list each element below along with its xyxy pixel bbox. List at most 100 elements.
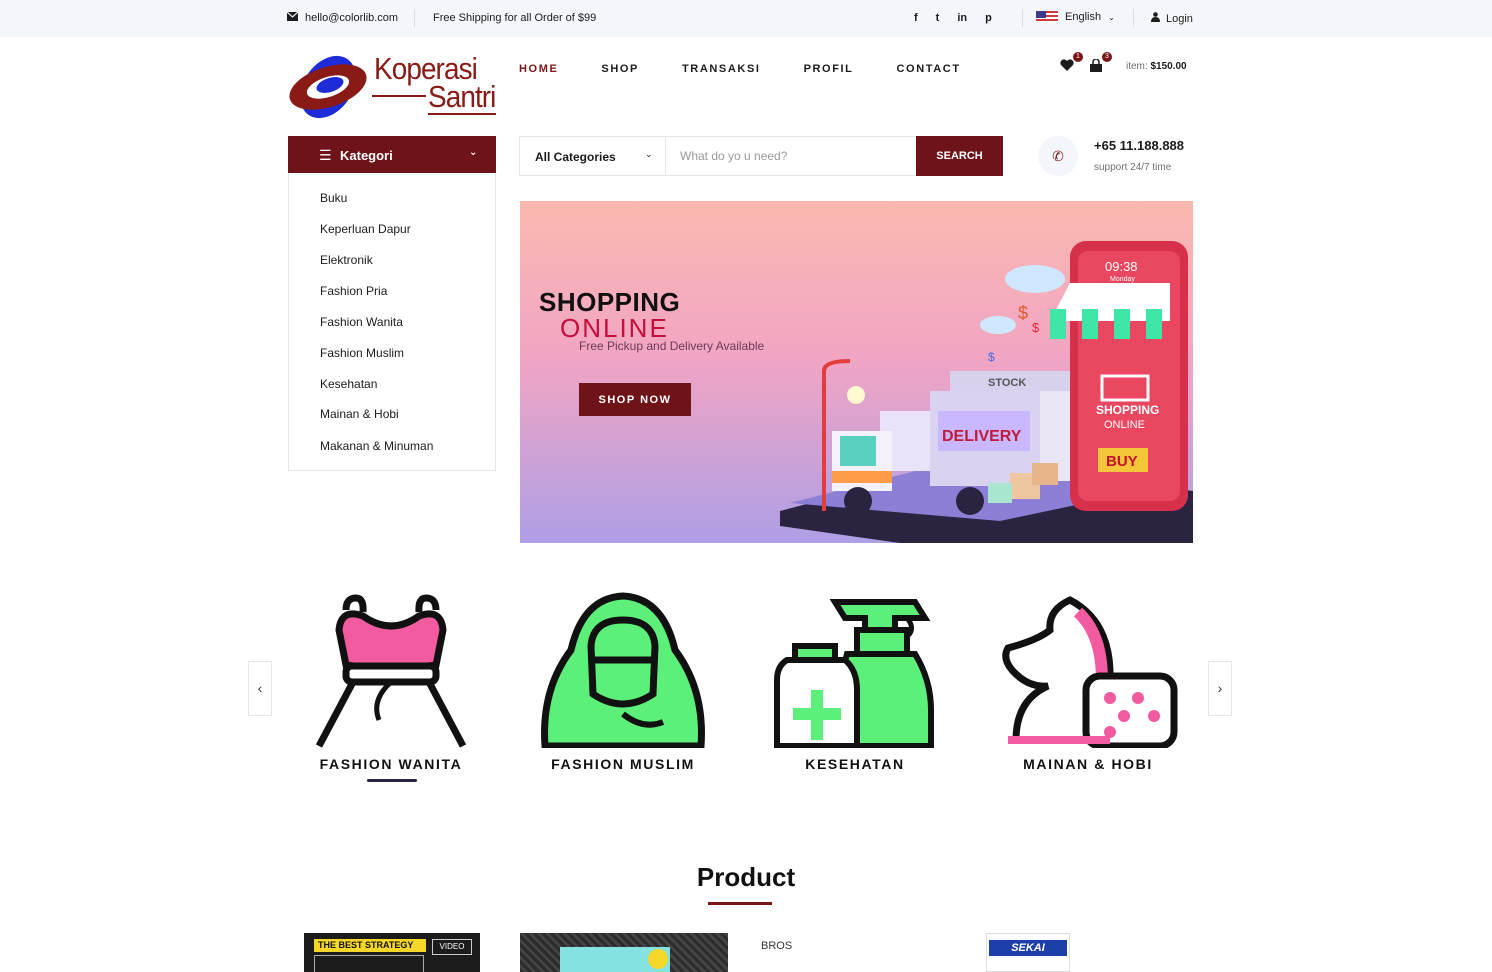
language-select[interactable]: English ⌄ — [1036, 11, 1115, 23]
logo-text-santri: Santri — [428, 79, 496, 114]
category-item-mainan-hobi[interactable]: Mainan & Hobi — [320, 407, 399, 421]
product-badge — [648, 949, 668, 969]
stock-label: STOCK — [988, 377, 1026, 389]
category-item-makanan-minuman[interactable]: Makanan & Minuman — [320, 439, 433, 453]
category-list: Buku Keperluan Dapur Elektronik Fashion … — [288, 173, 496, 471]
search-bar: All Categories ⌄ SEARCH — [519, 136, 1003, 176]
koperasi-santri-logo[interactable]: Koperasi Santri — [288, 47, 498, 125]
wishlist-count-badge: 1 — [1073, 52, 1083, 62]
product-image-sekai[interactable]: SEKAI — [986, 933, 1070, 972]
cart-total: item: $150.00 — [1126, 61, 1187, 72]
carousel-label: MAINAN & HOBI — [1023, 756, 1153, 772]
hijab-icon — [541, 592, 705, 748]
linkedin-icon[interactable]: in — [957, 12, 967, 24]
category-item-elektronik[interactable]: Elektronik — [320, 253, 373, 267]
carousel-item-fashion-muslim[interactable]: FASHION MUSLIM — [533, 590, 713, 782]
twitter-icon[interactable]: t — [936, 12, 940, 24]
svg-text:$: $ — [1032, 320, 1040, 335]
divider — [414, 9, 415, 27]
shipping-notice: Free Shipping for all Order of $99 — [433, 12, 597, 24]
sanitizer-icon — [774, 599, 934, 748]
nav-transaksi[interactable]: TRANSAKSI — [682, 63, 761, 75]
search-button[interactable]: SEARCH — [916, 136, 1003, 176]
divider — [1022, 9, 1023, 27]
pinterest-icon[interactable]: p — [985, 12, 992, 24]
product-label-best-strategy: THE BEST STRATEGY — [314, 939, 426, 952]
section-title-underline — [708, 902, 772, 905]
hero-subtitle: Free Pickup and Delivery Available — [579, 339, 765, 353]
carousel-label: KESEHATAN — [805, 756, 905, 772]
login-link[interactable]: Login — [1151, 12, 1193, 25]
shop-now-button[interactable]: SHOP NOW — [579, 383, 691, 416]
category-item-keperluan-dapur[interactable]: Keperluan Dapur — [320, 222, 411, 236]
chevron-down-icon: ⌄ — [1108, 12, 1115, 22]
logo-underline — [372, 95, 426, 97]
main-nav: HOME SHOP TRANSAKSI PROFIL CONTACT — [519, 63, 1004, 75]
search-input[interactable] — [666, 137, 916, 175]
cart-total-label: item: — [1126, 61, 1148, 72]
carousel-label: FASHION MUSLIM — [551, 756, 695, 772]
logo-emblem — [289, 55, 367, 119]
chevron-down-icon: ⌄ — [469, 147, 478, 158]
heart-icon[interactable] — [1060, 59, 1074, 74]
language-label: English — [1065, 11, 1102, 23]
category-header[interactable]: ☰ Kategori ⌄ — [288, 136, 496, 173]
chevron-down-icon: ⌄ — [645, 149, 653, 159]
category-title: Kategori — [340, 148, 393, 163]
category-item-fashion-muslim[interactable]: Fashion Muslim — [320, 346, 404, 360]
top-bar: hello@colorlib.com Free Shipping for all… — [0, 0, 1492, 37]
divider — [1133, 9, 1134, 27]
category-item-kesehatan[interactable]: Kesehatan — [320, 377, 377, 391]
menu-icon: ☰ — [319, 147, 332, 163]
phone-clock: 09:38 — [1105, 259, 1138, 274]
hero-banner: SHOPPING ONLINE Free Pickup and Delivery… — [520, 201, 1193, 543]
carousel-item-kesehatan[interactable]: KESEHATAN — [765, 590, 945, 782]
carousel-prev-button[interactable]: ‹ — [248, 661, 272, 716]
product-image-craft[interactable] — [520, 933, 728, 972]
us-flag-icon — [1036, 11, 1058, 23]
logo-underline — [428, 113, 496, 115]
shopping-bag-icon[interactable] — [1089, 58, 1103, 75]
support-phone: +65 11.188.888 — [1094, 138, 1185, 153]
product-label-bros[interactable]: BROS — [761, 940, 792, 952]
email-text: hello@colorlib.com — [305, 12, 399, 24]
carousel-next-button[interactable]: › — [1208, 661, 1232, 716]
category-item-buku[interactable]: Buku — [320, 191, 347, 205]
support-text: support 24/7 time — [1094, 162, 1172, 173]
social-links: f t in p — [914, 12, 992, 24]
facebook-icon[interactable]: f — [914, 12, 918, 24]
phone-day: Monday — [1110, 276, 1135, 283]
svg-text:$: $ — [1018, 303, 1028, 323]
nav-contact[interactable]: CONTACT — [897, 63, 961, 75]
nav-home[interactable]: HOME — [519, 63, 558, 75]
mail-icon — [286, 11, 299, 24]
carousel-item-mainan-hobi[interactable]: MAINAN & HOBI — [998, 590, 1178, 782]
user-icon — [1151, 12, 1160, 25]
nav-shop[interactable]: SHOP — [601, 63, 639, 75]
toy-chess-icon — [1002, 596, 1178, 748]
phone-shopping-text: SHOPPING — [1096, 403, 1159, 417]
header-cart: 1 3 item: $150.00 — [1060, 52, 1193, 78]
svg-text:$: $ — [988, 350, 995, 364]
nav-profil[interactable]: PROFIL — [804, 63, 854, 75]
carousel-indicator — [367, 779, 417, 782]
sekai-brand-label: SEKAI — [989, 940, 1067, 956]
video-badge: VIDEO — [432, 939, 472, 955]
book-title-outline — [314, 955, 424, 972]
buy-label: BUY — [1106, 453, 1138, 470]
section-title-product: Product — [696, 862, 796, 892]
product-image-book[interactable]: THE BEST STRATEGY VIDEO — [304, 933, 480, 972]
search-category-select[interactable]: All Categories — [535, 150, 616, 164]
dress-icon — [315, 594, 467, 748]
cart-count-badge: 3 — [1102, 52, 1112, 62]
category-item-fashion-pria[interactable]: Fashion Pria — [320, 284, 387, 298]
email-contact[interactable]: hello@colorlib.com — [286, 11, 399, 24]
hero-illustration: 09:38 Monday SHOPPING ONLINE BUY $ $ $ S… — [780, 241, 1193, 543]
phone-online-text: ONLINE — [1104, 419, 1145, 431]
category-item-fashion-wanita[interactable]: Fashion Wanita — [320, 315, 403, 329]
phone-icon: ✆ — [1038, 136, 1078, 176]
carousel-label: FASHION WANITA — [319, 756, 463, 772]
cart-total-value: $150.00 — [1150, 61, 1187, 72]
carousel-item-fashion-wanita[interactable]: FASHION WANITA — [301, 590, 481, 782]
delivery-label: DELIVERY — [942, 428, 1022, 445]
